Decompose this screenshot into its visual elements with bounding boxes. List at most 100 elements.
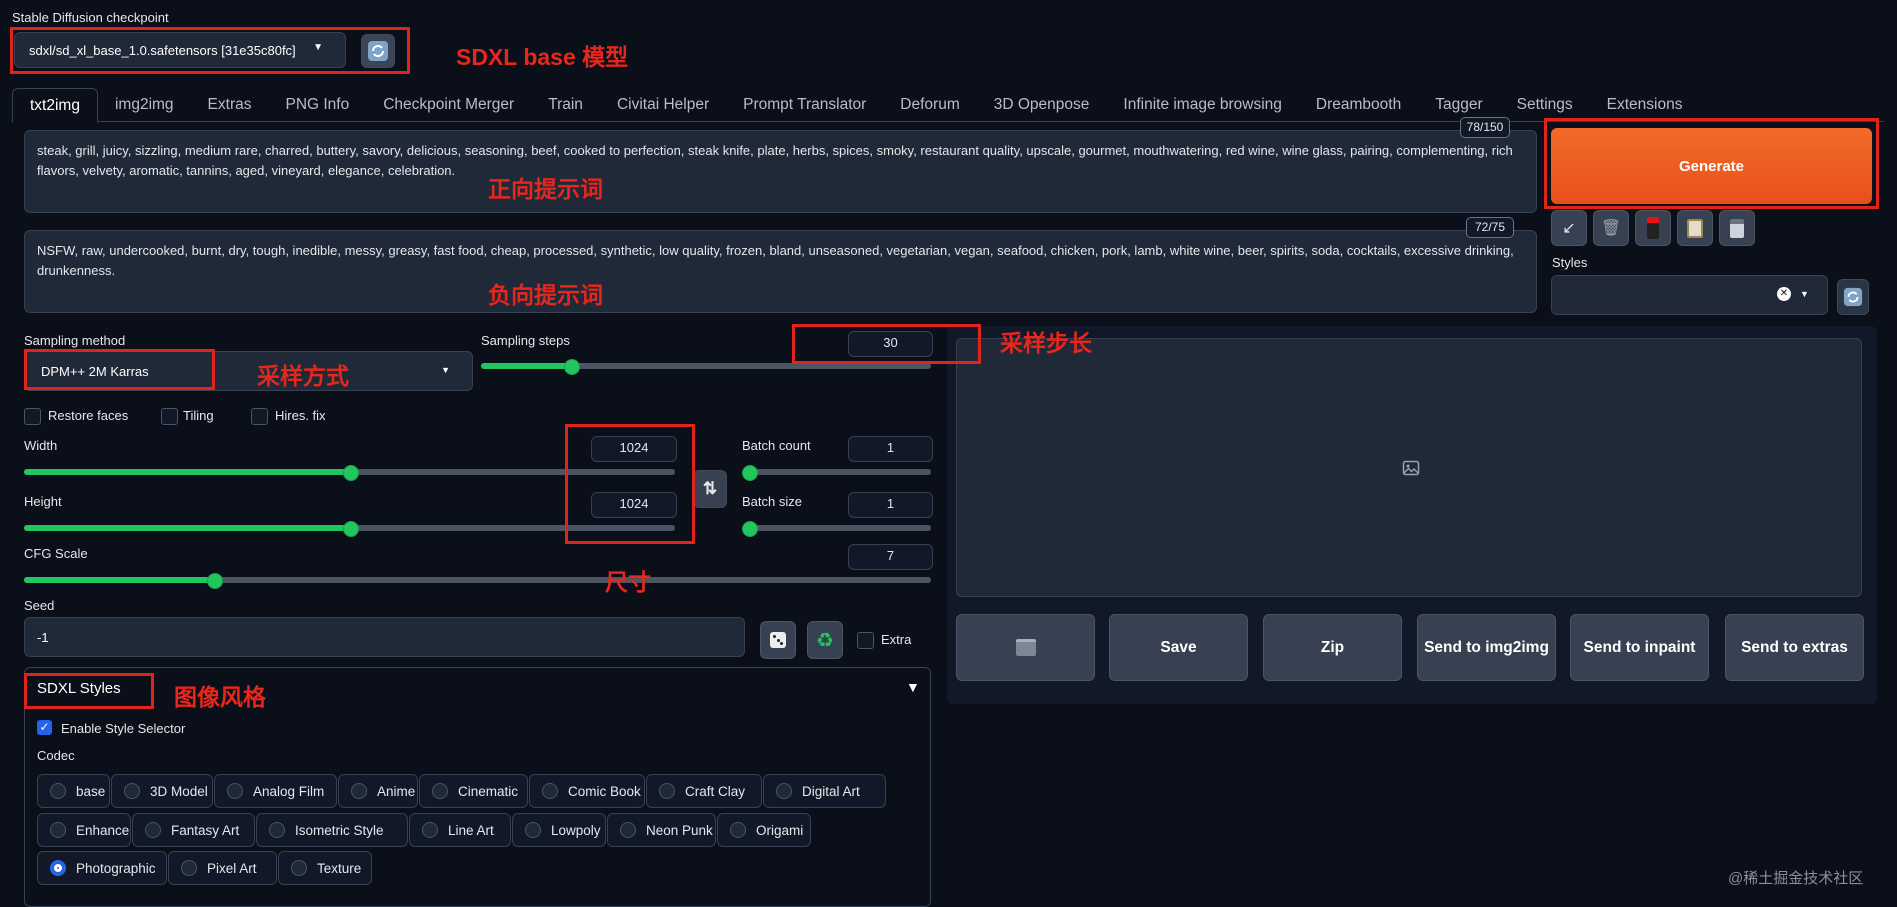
random-seed-button[interactable] [760,621,796,659]
clear-prompt-button[interactable]: 🗑 [1593,210,1629,246]
tab-checkpoint-merger[interactable]: Checkpoint Merger [366,88,531,121]
open-folder-button[interactable] [956,614,1095,681]
style-option-neon-punk[interactable]: Neon Punk [607,813,716,847]
sampling-steps-input[interactable]: 30 [848,331,933,357]
tab-extras[interactable]: Extras [191,88,269,121]
style-option-cinematic[interactable]: Cinematic [419,774,528,808]
prompt-input[interactable]: steak, grill, juicy, sizzling, medium ra… [24,130,1537,213]
style-option-analog-film[interactable]: Analog Film [214,774,337,808]
tab-train[interactable]: Train [531,88,600,121]
width-label: Width [24,438,58,453]
restore-faces-checkbox[interactable] [24,408,41,425]
tab-txt2img[interactable]: txt2img [12,88,98,123]
style-option-label: Lowpoly [551,822,601,838]
batch-count-slider[interactable] [742,464,931,481]
width-input[interactable]: 1024 [591,436,677,462]
height-input[interactable]: 1024 [591,492,677,518]
cfg-scale-label: CFG Scale [24,546,88,561]
negative-prompt-input[interactable]: NSFW, raw, undercooked, burnt, dry, toug… [24,230,1537,313]
hires-fix-checkbox[interactable] [251,408,268,425]
batch-count-input[interactable]: 1 [848,436,933,462]
read-params-button[interactable]: ↙ [1551,210,1587,246]
style-option-anime[interactable]: Anime [338,774,418,808]
style-option-fantasy-art[interactable]: Fantasy Art [132,813,255,847]
style-option-comic-book[interactable]: Comic Book [529,774,645,808]
red-card-icon [1647,217,1659,239]
reuse-seed-button[interactable]: ♻ [807,621,843,659]
slider-thumb[interactable] [342,521,359,537]
height-slider[interactable] [24,520,675,537]
main-tabs: txt2img img2img Extras PNG Info Checkpoint M… [12,88,1884,123]
radio-icon [776,783,792,799]
hires-fix-label: Hires. fix [275,408,326,423]
style-option-digital-art[interactable]: Digital Art [763,774,886,808]
show-extra-networks-button[interactable] [1635,210,1671,246]
batch-size-input[interactable]: 1 [848,492,933,518]
tab-img2img[interactable]: img2img [98,88,191,121]
style-option-enhance[interactable]: Enhance [37,813,131,847]
style-option-isometric-style[interactable]: Isometric Style [256,813,408,847]
style-option-3d-model[interactable]: 3D Model [111,774,213,808]
slider-thumb[interactable] [564,359,580,375]
tab-civitai-helper[interactable]: Civitai Helper [600,88,726,121]
style-option-label: Anime [377,783,416,799]
save-style-button[interactable] [1719,210,1755,246]
style-option-pixel-art[interactable]: Pixel Art [168,851,277,885]
send-to-img2img-button[interactable]: Send to img2img [1417,614,1556,681]
style-option-label: Digital Art [802,783,860,799]
swap-dimensions-button[interactable]: ⇅ [693,470,727,508]
style-option-base[interactable]: base [37,774,110,808]
output-image-area [956,338,1862,597]
tab-settings[interactable]: Settings [1500,88,1590,121]
slider-thumb[interactable] [342,465,359,481]
style-option-craft-clay[interactable]: Craft Clay [646,774,762,808]
slider-thumb[interactable] [207,573,224,589]
batch-size-slider[interactable] [742,520,931,537]
style-option-photographic[interactable]: Photographic [37,851,167,885]
zip-button[interactable]: Zip [1263,614,1402,681]
width-slider[interactable] [24,464,675,481]
sampling-steps-slider[interactable] [481,358,931,375]
tab-png-info[interactable]: PNG Info [268,88,366,121]
tiling-checkbox[interactable] [161,408,178,425]
tab-prompt-translator[interactable]: Prompt Translator [726,88,883,121]
style-option-lowpoly[interactable]: Lowpoly [512,813,606,847]
tiling-label: Tiling [183,408,214,423]
styles-select[interactable]: ✕ ▼ [1551,275,1828,315]
generate-button[interactable]: Generate [1551,128,1872,204]
cfg-scale-input[interactable]: 7 [848,544,933,570]
radio-icon [181,860,197,876]
style-option-line-art[interactable]: Line Art [409,813,511,847]
style-option-origami[interactable]: Origami [717,813,811,847]
tab-infinite-image-browsing[interactable]: Infinite image browsing [1106,88,1299,121]
tab-extensions[interactable]: Extensions [1590,88,1700,121]
style-option-label: Texture [317,860,362,876]
checkpoint-label: Stable Diffusion checkpoint [12,10,169,25]
enable-style-checkbox[interactable]: ✓ [37,720,52,735]
send-to-inpaint-button[interactable]: Send to inpaint [1570,614,1709,681]
sampling-method-select[interactable]: DPM++ 2M Karras ▼ [24,351,473,391]
checkpoint-select[interactable]: sdxl/sd_xl_base_1.0.safetensors [31e35c8… [14,32,346,68]
style-option-texture[interactable]: Texture [278,851,372,885]
radio-icon [730,822,746,838]
save-button[interactable]: Save [1109,614,1248,681]
radio-icon [50,783,66,799]
collapse-icon[interactable]: ▼ [906,679,920,695]
clear-icon[interactable]: ✕ [1777,287,1791,301]
cfg-scale-slider[interactable] [24,572,931,589]
apply-style-button[interactable] [1677,210,1713,246]
radio-icon [351,783,367,799]
sdxl-styles-title[interactable]: SDXL Styles [37,680,121,697]
tab-deforum[interactable]: Deforum [883,88,976,121]
restore-faces-label: Restore faces [48,408,129,423]
slider-thumb[interactable] [742,521,758,537]
tab-3d-openpose[interactable]: 3D Openpose [977,88,1107,121]
extra-seed-checkbox[interactable] [857,632,874,649]
refresh-icon [368,41,388,61]
refresh-styles-button[interactable] [1837,279,1869,315]
refresh-checkpoint-button[interactable] [361,34,395,68]
seed-input[interactable]: -1 [24,617,745,657]
send-to-extras-button[interactable]: Send to extras [1725,614,1864,681]
tab-dreambooth[interactable]: Dreambooth [1299,88,1418,121]
slider-thumb[interactable] [742,465,758,481]
